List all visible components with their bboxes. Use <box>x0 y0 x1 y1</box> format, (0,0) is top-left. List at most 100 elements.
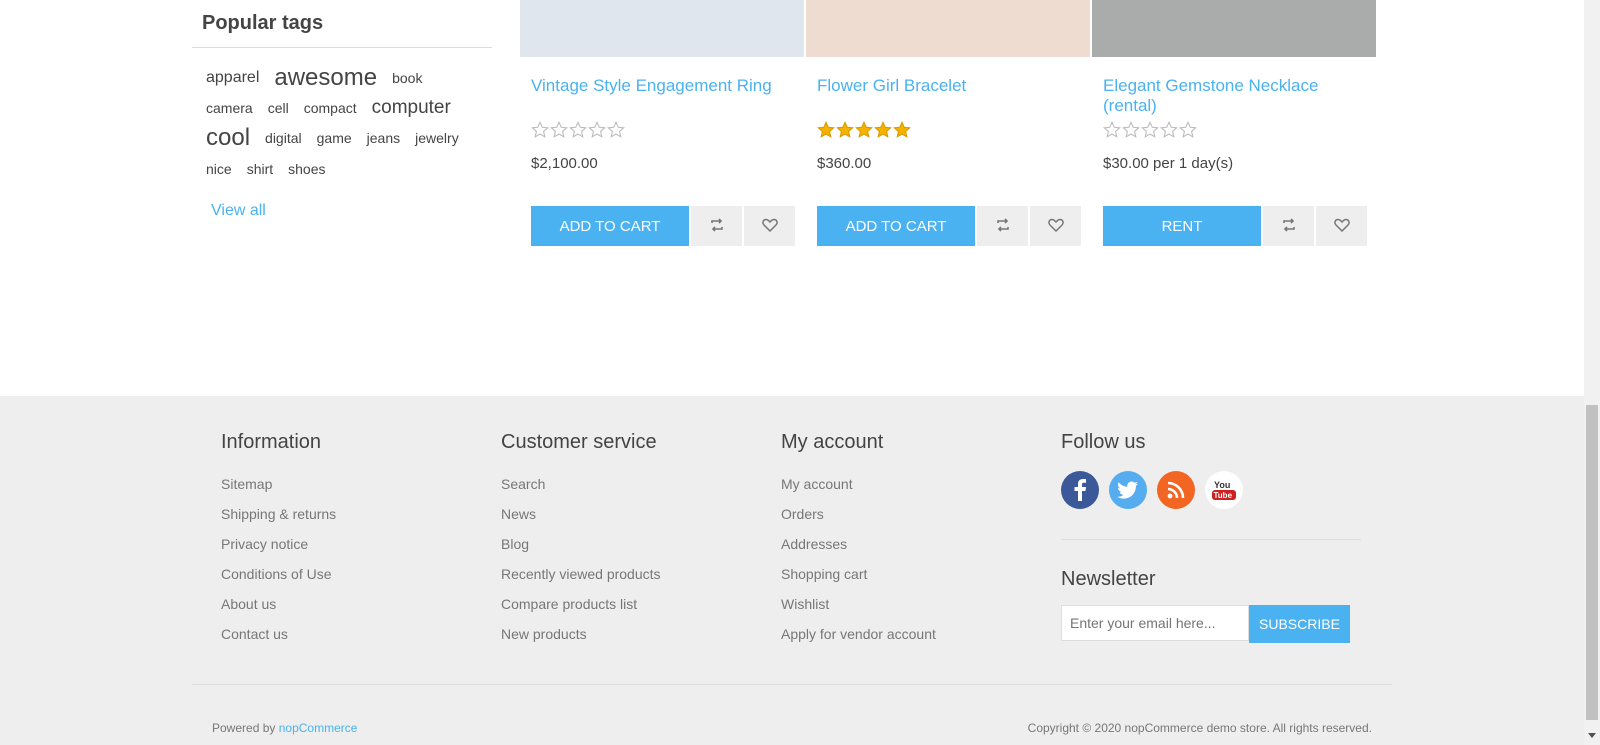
star-empty-icon <box>550 121 568 139</box>
add-to-cart-button[interactable]: ADD TO CART <box>531 206 689 246</box>
product-card: Flower Girl Bracelet $360.00 ADD TO CART <box>806 0 1090 246</box>
star-empty-icon <box>1103 121 1121 139</box>
footer-information-title: Information <box>221 431 322 453</box>
star-empty-icon <box>588 121 606 139</box>
tag-link[interactable]: shoes <box>288 154 325 184</box>
heart-icon <box>761 218 778 235</box>
star-filled-icon <box>817 121 835 139</box>
footer: Information Sitemap Shipping & returns P… <box>0 396 1584 745</box>
add-to-cart-button[interactable]: ADD TO CART <box>817 206 975 246</box>
twitter-icon[interactable] <box>1109 471 1147 509</box>
view-all-tags-link[interactable]: View all <box>211 202 266 220</box>
tag-link[interactable]: digital <box>265 123 302 153</box>
tag-link[interactable]: camera <box>206 93 253 123</box>
tag-link[interactable]: cell <box>268 93 289 123</box>
tag-link[interactable]: shirt <box>247 154 273 184</box>
product-image[interactable] <box>520 0 804 57</box>
footer-link[interactable]: My account <box>781 476 936 506</box>
product-title[interactable]: Vintage Style Engagement Ring <box>531 76 793 96</box>
footer-link[interactable]: Orders <box>781 506 936 536</box>
footer-link[interactable]: About us <box>221 596 336 626</box>
popular-tags-block: Popular tags apparel awesome book camera cel… <box>192 0 492 219</box>
social-icons: You Tube <box>1061 471 1361 509</box>
powered-by: Powered by nopCommerce <box>212 721 357 735</box>
subscribe-button[interactable]: SUBSCRIBE <box>1249 605 1350 643</box>
footer-link[interactable]: Recently viewed products <box>501 566 661 596</box>
footer-link[interactable]: Contact us <box>221 626 336 656</box>
product-price: $2,100.00 <box>531 155 598 172</box>
product-rating <box>1103 121 1197 139</box>
star-filled-icon <box>855 121 873 139</box>
footer-my-account: My account My account Orders Addresses S… <box>781 431 936 656</box>
tag-link[interactable]: book <box>392 63 422 93</box>
footer-link[interactable]: Compare products list <box>501 596 661 626</box>
footer-link[interactable]: Wishlist <box>781 596 936 626</box>
rss-icon[interactable] <box>1157 471 1195 509</box>
product-image[interactable] <box>806 0 1090 57</box>
add-to-wishlist-button[interactable] <box>1030 206 1081 246</box>
footer-customer-service-title: Customer service <box>501 431 657 453</box>
footer-follow-us-title: Follow us <box>1061 431 1146 453</box>
product-image[interactable] <box>1092 0 1376 57</box>
compare-icon <box>995 217 1011 235</box>
star-empty-icon <box>1122 121 1140 139</box>
star-empty-icon <box>569 121 587 139</box>
tag-link[interactable]: jewelry <box>415 123 459 153</box>
compare-icon <box>1281 217 1297 235</box>
nopcommerce-link[interactable]: nopCommerce <box>279 721 358 735</box>
tag-cloud: apparel awesome book camera cell compact compu… <box>192 48 496 184</box>
footer-link[interactable]: Privacy notice <box>221 536 336 566</box>
add-to-wishlist-button[interactable] <box>1316 206 1367 246</box>
footer-my-account-links: My account Orders Addresses Shopping car… <box>781 476 936 656</box>
product-title[interactable]: Elegant Gemstone Necklace (rental) <box>1103 76 1365 116</box>
product-buttons: RENT <box>1103 206 1367 246</box>
add-to-compare-button[interactable] <box>691 206 742 246</box>
rent-button[interactable]: RENT <box>1103 206 1261 246</box>
facebook-icon[interactable] <box>1061 471 1099 509</box>
footer-link[interactable]: Shopping cart <box>781 566 936 596</box>
scroll-down-arrow-icon[interactable] <box>1588 733 1596 738</box>
footer-link[interactable]: Shipping & returns <box>221 506 336 536</box>
tag-link[interactable]: computer <box>372 93 451 123</box>
footer-link[interactable]: Search <box>501 476 661 506</box>
compare-icon <box>709 217 725 235</box>
tag-link[interactable]: cool <box>206 123 250 153</box>
footer-link[interactable]: Blog <box>501 536 661 566</box>
star-empty-icon <box>607 121 625 139</box>
star-empty-icon <box>1179 121 1197 139</box>
star-empty-icon <box>1141 121 1159 139</box>
scrollbar-thumb[interactable] <box>1586 405 1598 720</box>
vertical-scrollbar[interactable] <box>1584 0 1600 745</box>
footer-link[interactable]: Conditions of Use <box>221 566 336 596</box>
footer-customer-service-links: Search News Blog Recently viewed product… <box>501 476 661 656</box>
footer-link[interactable]: News <box>501 506 661 536</box>
tag-link[interactable]: jeans <box>367 123 400 153</box>
add-to-compare-button[interactable] <box>977 206 1028 246</box>
tag-link[interactable]: compact <box>304 93 357 123</box>
star-filled-icon <box>836 121 854 139</box>
product-title[interactable]: Flower Girl Bracelet <box>817 76 1079 96</box>
footer-link[interactable]: Apply for vendor account <box>781 626 936 656</box>
star-filled-icon <box>893 121 911 139</box>
copyright-text: Copyright © 2020 nopCommerce demo store.… <box>1027 721 1372 735</box>
star-empty-icon <box>1160 121 1178 139</box>
popular-tags-title: Popular tags <box>192 0 492 48</box>
youtube-icon[interactable]: You Tube <box>1205 471 1243 509</box>
footer-link[interactable]: Sitemap <box>221 476 336 506</box>
follow-divider <box>1061 539 1361 540</box>
star-filled-icon <box>874 121 892 139</box>
tag-link[interactable]: nice <box>206 154 232 184</box>
tag-link[interactable]: awesome <box>274 63 377 93</box>
footer-link[interactable]: Addresses <box>781 536 936 566</box>
product-rating <box>817 121 911 139</box>
tag-link[interactable]: apparel <box>206 63 259 93</box>
add-to-compare-button[interactable] <box>1263 206 1314 246</box>
footer-link[interactable]: New products <box>501 626 661 656</box>
add-to-wishlist-button[interactable] <box>744 206 795 246</box>
footer-bottom: Powered by nopCommerce Copyright © 2020 … <box>192 684 1392 735</box>
page: Popular tags apparel awesome book camera cel… <box>0 0 1584 745</box>
product-card: Vintage Style Engagement Ring $2,100.00 … <box>520 0 804 246</box>
tag-link[interactable]: game <box>317 123 352 153</box>
heart-icon <box>1333 218 1350 235</box>
newsletter-email-input[interactable] <box>1061 605 1249 641</box>
